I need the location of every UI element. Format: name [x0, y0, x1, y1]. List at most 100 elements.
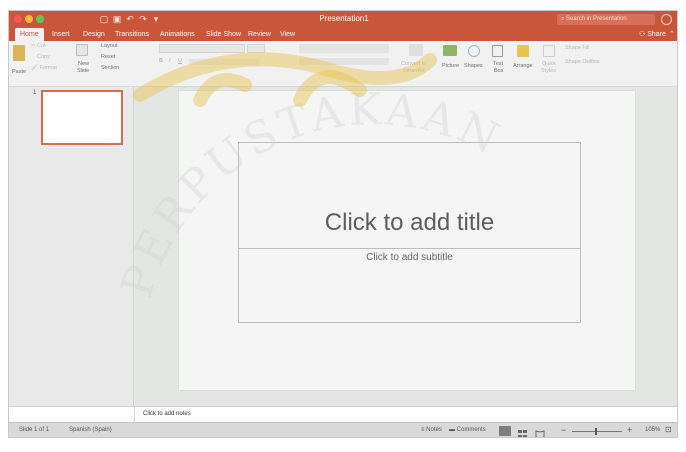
- document-title: Presentation1: [319, 14, 369, 23]
- notes-left-spacer: [9, 406, 135, 422]
- smartart-icon[interactable]: [409, 44, 423, 56]
- comments-button[interactable]: ▬ Comments: [449, 427, 486, 433]
- screenshot-frame: ▢ ▣ ↶ ↷ ▾ Presentation1 ⌕ Search in Pres…: [0, 0, 686, 452]
- language-indicator[interactable]: Spanish (Spain): [69, 427, 112, 433]
- fit-to-window-icon[interactable]: ⊡: [665, 425, 672, 434]
- notes-pane[interactable]: Click to add notes: [135, 406, 677, 422]
- zoom-out-button[interactable]: −: [561, 425, 566, 435]
- undo-icon[interactable]: ↶: [125, 14, 135, 24]
- reading-view-button[interactable]: [535, 426, 545, 437]
- text-box-label-2[interactable]: Box: [494, 68, 503, 75]
- text-box-icon[interactable]: [492, 45, 503, 57]
- account-icon[interactable]: [661, 14, 672, 25]
- format-painter-button[interactable]: 🖌 Format: [31, 65, 57, 72]
- shapes-button[interactable]: Shapes: [464, 63, 483, 70]
- grid-icon: [518, 430, 527, 437]
- customize-icon[interactable]: ▾: [151, 14, 161, 24]
- underline-button[interactable]: U: [178, 58, 182, 65]
- quick-styles-label-1[interactable]: Quick: [542, 61, 556, 68]
- slide-canvas[interactable]: Click to add title Click to add subtitle: [179, 91, 635, 390]
- save-icon[interactable]: ▣: [112, 14, 122, 24]
- ribbon: Paste ✂ Cut Copy 🖌 Format New Slide Layo…: [9, 41, 677, 87]
- tab-view[interactable]: View: [275, 28, 300, 41]
- new-slide-label-2[interactable]: Slide: [77, 68, 89, 75]
- subtitle-placeholder[interactable]: Click to add subtitle: [238, 248, 581, 323]
- copy-button[interactable]: Copy: [37, 54, 50, 61]
- cut-label: Cut: [37, 43, 46, 49]
- title-placeholder[interactable]: Click to add title: [238, 142, 581, 249]
- status-bar: Slide 1 of 1 Spanish (Spain) ≡ Notes ▬ C…: [9, 422, 677, 437]
- comments-button-label: Comments: [456, 427, 486, 433]
- quick-styles-label-2[interactable]: Styles: [541, 68, 556, 75]
- tab-slide-show[interactable]: Slide Show: [201, 28, 246, 41]
- book-icon: [535, 430, 545, 437]
- zoom-slider-handle[interactable]: [595, 428, 597, 435]
- arrange-button[interactable]: Arrange: [513, 63, 533, 70]
- home-icon[interactable]: ▢: [99, 14, 109, 24]
- layout-button[interactable]: Layout: [101, 43, 118, 50]
- bold-button[interactable]: B: [159, 58, 163, 65]
- close-window-button[interactable]: [14, 15, 22, 23]
- brush-icon: 🖌: [31, 65, 40, 71]
- section-button[interactable]: Section: [101, 65, 119, 72]
- new-slide-icon[interactable]: [76, 44, 88, 56]
- picture-button[interactable]: Picture: [442, 63, 459, 70]
- share-label: Share: [647, 31, 666, 38]
- normal-view-button[interactable]: [499, 426, 511, 436]
- slide-thumbnail-number: 1: [33, 90, 37, 96]
- shape-outline-button[interactable]: Shape Outline: [565, 59, 600, 66]
- tab-review[interactable]: Review: [243, 28, 276, 41]
- search-icon: ⌕: [561, 16, 565, 22]
- slide-thumbnails-pane: 1: [9, 87, 134, 406]
- powerpoint-window: ▢ ▣ ↶ ↷ ▾ Presentation1 ⌕ Search in Pres…: [8, 10, 678, 438]
- alignment-toolbar[interactable]: [299, 58, 389, 65]
- search-placeholder: Search in Presentation: [566, 16, 627, 22]
- notes-button-label: Notes: [426, 427, 442, 433]
- new-slide-label-1[interactable]: New: [78, 61, 89, 68]
- shape-fill-button[interactable]: Shape Fill: [565, 45, 589, 52]
- zoom-slider[interactable]: [572, 431, 622, 432]
- quick-styles-icon[interactable]: [543, 45, 555, 57]
- subtitle-placeholder-text: Click to add subtitle: [366, 252, 453, 263]
- slide-count: Slide 1 of 1: [19, 427, 50, 433]
- convert-smartart-label-1[interactable]: Convert to: [401, 61, 426, 68]
- font-size-select[interactable]: [247, 44, 265, 53]
- share-icon: ⚇: [639, 31, 646, 38]
- font-name-select[interactable]: [159, 44, 245, 53]
- title-bar: ▢ ▣ ↶ ↷ ▾ Presentation1 ⌕ Search in Pres…: [9, 11, 677, 28]
- tab-insert[interactable]: Insert: [47, 28, 75, 41]
- arrange-icon[interactable]: [517, 45, 529, 57]
- tab-animations[interactable]: Animations: [155, 28, 200, 41]
- zoom-in-button[interactable]: +: [627, 425, 632, 435]
- collapse-ribbon-icon[interactable]: ⌃: [669, 28, 675, 41]
- tab-home[interactable]: Home: [15, 28, 44, 41]
- slide-thumbnail-1[interactable]: [41, 90, 123, 145]
- slide-sorter-view-button[interactable]: [518, 426, 528, 437]
- search-input[interactable]: ⌕ Search in Presentation: [557, 14, 655, 25]
- notes-placeholder: Click to add notes: [143, 411, 191, 417]
- tab-design[interactable]: Design: [78, 28, 110, 41]
- cut-button[interactable]: ✂ Cut: [31, 43, 46, 50]
- paste-button-label[interactable]: Paste: [12, 69, 26, 76]
- notes-button[interactable]: ≡ Notes: [421, 427, 442, 433]
- format-label: Format: [39, 65, 57, 71]
- text-box-label-1[interactable]: Text: [493, 61, 503, 68]
- comment-icon: ▬: [449, 427, 457, 433]
- title-placeholder-text: Click to add title: [324, 209, 495, 236]
- list-format-toolbar[interactable]: [299, 44, 389, 53]
- picture-icon[interactable]: [443, 45, 457, 56]
- maximize-window-button[interactable]: [36, 15, 44, 23]
- shapes-icon[interactable]: [468, 45, 480, 57]
- reset-button[interactable]: Reset: [101, 54, 115, 61]
- redo-icon[interactable]: ↷: [138, 14, 148, 24]
- share-button[interactable]: ⚇ Share: [639, 28, 666, 41]
- slide-editor: Click to add title Click to add subtitle: [135, 87, 677, 406]
- zoom-level[interactable]: 105%: [645, 427, 660, 433]
- italic-button[interactable]: I: [169, 58, 171, 65]
- ribbon-tabs: Home Insert Design Transitions Animation…: [9, 28, 677, 41]
- font-format-toolbar[interactable]: [189, 59, 259, 65]
- paste-icon[interactable]: [13, 45, 25, 61]
- tab-transitions[interactable]: Transitions: [110, 28, 154, 41]
- minimize-window-button[interactable]: [25, 15, 33, 23]
- convert-smartart-label-2[interactable]: SmartArt: [403, 68, 425, 75]
